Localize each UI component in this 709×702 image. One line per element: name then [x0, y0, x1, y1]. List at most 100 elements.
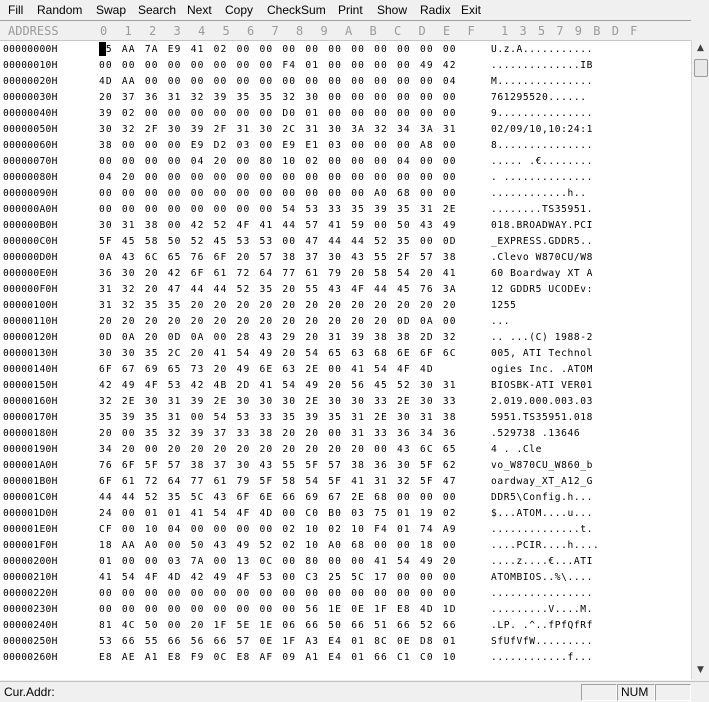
row-ascii[interactable]: 2.019.000.003.03 [491, 394, 593, 410]
row-ascii[interactable]: .. ...(C) 1988-2 [491, 330, 593, 346]
row-hex-bytes[interactable]: 00 00 00 00 00 00 00 00 F4 01 00 00 00 0… [99, 58, 457, 74]
table-row[interactable]: 00000190H 34 20 00 20 20 20 20 20 20 20 2… [0, 442, 691, 458]
row-hex-bytes[interactable]: 81 4C 50 00 20 1F 5E 1E 06 66 50 66 51 6… [99, 618, 457, 634]
row-ascii[interactable]: oardway_XT_A12_G [491, 474, 593, 490]
table-row[interactable]: 00000260H E8 AE A1 E8 F9 0C E8 AF 09 A1 E… [0, 650, 691, 666]
row-ascii[interactable]: .........V....M. [491, 602, 593, 618]
row-ascii[interactable]: M............... [491, 74, 593, 90]
table-row[interactable]: 00000030H 20 37 36 31 32 39 35 35 32 30 0… [0, 90, 691, 106]
row-hex-bytes[interactable]: 53 66 55 66 56 66 57 0E 1F A3 E4 01 8C 0… [99, 634, 457, 650]
table-row[interactable]: 00000200H 01 00 00 03 7A 00 13 0C 00 80 0… [0, 554, 691, 570]
row-hex-bytes[interactable]: 44 44 52 35 5C 43 6F 6E 66 69 67 2E 68 0… [99, 490, 457, 506]
table-row[interactable]: 00000010H 00 00 00 00 00 00 00 00 F4 01 0… [0, 58, 691, 74]
row-ascii[interactable]: 02/09/10,10:24:1 [491, 122, 593, 138]
row-hex-bytes[interactable]: CF 00 10 04 00 00 00 00 02 10 02 10 F4 0… [99, 522, 457, 538]
row-hex-bytes[interactable]: 31 32 35 35 20 20 20 20 20 20 20 20 20 2… [99, 298, 457, 314]
row-ascii[interactable]: vo_W870CU_W860_b [491, 458, 593, 474]
scroll-thumb[interactable] [694, 59, 708, 77]
table-row[interactable]: 00000070H 00 00 00 00 04 20 00 80 10 02 0… [0, 154, 691, 170]
row-ascii[interactable]: .529738 .13646 [491, 426, 580, 442]
table-row[interactable]: 00000230H 00 00 00 00 00 00 00 00 00 56 1… [0, 602, 691, 618]
table-row[interactable]: 00000080H 04 20 00 00 00 00 00 00 00 00 0… [0, 170, 691, 186]
table-row[interactable]: 00000060H 38 00 00 00 E9 D2 03 00 E9 E1 0… [0, 138, 691, 154]
row-ascii[interactable]: U.z.A........... [491, 42, 593, 58]
row-hex-bytes[interactable]: 76 6F 5F 57 38 37 30 43 55 5F 57 38 36 3… [99, 458, 457, 474]
row-ascii[interactable]: . .............. [491, 170, 593, 186]
table-row[interactable]: 000001B0H 6F 61 72 64 77 61 79 5F 58 54 5… [0, 474, 691, 490]
row-hex-bytes[interactable]: 6F 67 69 65 73 20 49 6E 63 2E 00 41 54 4… [99, 362, 434, 378]
row-hex-bytes[interactable]: 00 00 00 00 00 00 00 00 54 53 33 35 39 3… [99, 202, 457, 218]
menu-next[interactable]: Next [187, 3, 212, 17]
row-hex-bytes[interactable]: 0A 43 6C 65 76 6F 20 57 38 37 30 43 55 2… [99, 250, 457, 266]
vertical-scrollbar[interactable]: ▲ ▼ [691, 40, 709, 679]
row-ascii[interactable]: 60 Boardway XT A [491, 266, 593, 282]
row-ascii[interactable]: ................ [491, 586, 593, 602]
row-hex-bytes[interactable]: 34 20 00 20 20 20 20 20 20 20 20 20 00 4… [99, 442, 457, 458]
row-hex-bytes[interactable]: 35 39 35 31 00 54 53 33 35 39 35 31 2E 3… [99, 410, 457, 426]
table-row[interactable]: 000000B0H 30 31 38 00 42 52 4F 41 44 57 4… [0, 218, 691, 234]
row-hex-bytes[interactable]: 32 2E 30 31 39 2E 30 30 30 2E 30 30 33 2… [99, 394, 457, 410]
row-ascii[interactable]: ..............IB [491, 58, 593, 74]
table-row[interactable]: 00000180H 20 00 35 32 39 37 33 38 20 20 0… [0, 426, 691, 442]
menu-search[interactable]: Search [138, 3, 176, 17]
table-row[interactable]: 000000E0H 36 30 20 42 6F 61 72 64 77 61 7… [0, 266, 691, 282]
table-row[interactable]: 000001D0H 24 00 01 01 41 54 4F 4D 00 C0 B… [0, 506, 691, 522]
table-row[interactable]: 000000A0H 00 00 00 00 00 00 00 00 54 53 3… [0, 202, 691, 218]
row-hex-bytes[interactable]: 4D AA 00 00 00 00 00 00 00 00 00 00 00 0… [99, 74, 457, 90]
table-row[interactable]: 000001A0H 76 6F 5F 57 38 37 30 43 55 5F 5… [0, 458, 691, 474]
row-ascii[interactable]: .Clevo W870CU/W8 [491, 250, 593, 266]
row-ascii[interactable]: $...ATOM....u... [491, 506, 593, 522]
menu-exit[interactable]: Exit [461, 3, 481, 17]
row-hex-bytes[interactable]: 01 00 00 03 7A 00 13 0C 00 80 00 00 41 5… [99, 554, 457, 570]
table-row[interactable]: 00000020H 4D AA 00 00 00 00 00 00 00 00 0… [0, 74, 691, 90]
table-row[interactable]: 00000170H 35 39 35 31 00 54 53 33 35 39 3… [0, 410, 691, 426]
menu-radix[interactable]: Radix [420, 3, 451, 17]
menu-random[interactable]: Random [37, 3, 82, 17]
table-row[interactable]: 00000250H 53 66 55 66 56 66 57 0E 1F A3 E… [0, 634, 691, 650]
row-hex-bytes[interactable]: 5F 45 58 50 52 45 53 53 00 47 44 44 52 3… [99, 234, 457, 250]
row-ascii[interactable]: _EXPRESS.GDDR5.. [491, 234, 593, 250]
row-hex-bytes[interactable]: 30 30 35 2C 20 41 54 49 20 54 65 63 68 6… [99, 346, 457, 362]
row-ascii[interactable]: ..............t. [491, 522, 593, 538]
row-hex-bytes[interactable]: 38 00 00 00 E9 D2 03 00 E9 E1 03 00 00 0… [99, 138, 457, 154]
table-row[interactable]: 00000150H 42 49 4F 53 42 4B 2D 41 54 49 2… [0, 378, 691, 394]
row-ascii[interactable]: ..... .€........ [491, 154, 593, 170]
row-ascii[interactable]: ............f... [491, 650, 593, 666]
table-row[interactable]: 00000110H 20 20 20 20 20 20 20 20 20 20 2… [0, 314, 691, 330]
menu-fill[interactable]: Fill [8, 3, 23, 17]
row-ascii[interactable]: SfUfVfW......... [491, 634, 593, 650]
row-hex-bytes[interactable]: 00 00 00 00 00 00 00 00 00 00 00 00 A0 6… [99, 186, 457, 202]
row-hex-bytes[interactable]: 00 00 00 00 00 00 00 00 00 00 00 00 00 0… [99, 586, 457, 602]
row-hex-bytes[interactable]: 41 54 4F 4D 42 49 4F 53 00 C3 25 5C 17 0… [99, 570, 457, 586]
table-row[interactable]: 00000220H 00 00 00 00 00 00 00 00 00 00 0… [0, 586, 691, 602]
row-hex-bytes[interactable]: 0D 0A 20 0D 0A 00 28 43 29 20 31 39 38 3… [99, 330, 457, 346]
row-hex-bytes[interactable]: 20 20 20 20 20 20 20 20 20 20 20 20 20 0… [99, 314, 457, 330]
row-hex-bytes[interactable]: 04 20 00 00 00 00 00 00 00 00 00 00 00 0… [99, 170, 457, 186]
row-ascii[interactable]: 8............... [491, 138, 593, 154]
row-ascii[interactable]: ogies Inc. .ATOM [491, 362, 593, 378]
row-ascii[interactable]: .LP. .^..fPfQfRf [491, 618, 593, 634]
menu-checksum[interactable]: CheckSum [267, 3, 326, 17]
table-row[interactable]: 000000D0H 0A 43 6C 65 76 6F 20 57 38 37 3… [0, 250, 691, 266]
table-row[interactable]: 00000210H 41 54 4F 4D 42 49 4F 53 00 C3 2… [0, 570, 691, 586]
row-ascii[interactable]: 4 . .Cle [491, 442, 542, 458]
row-hex-bytes[interactable]: 55 AA 7A E9 41 02 00 00 00 00 00 00 00 0… [99, 42, 457, 58]
row-hex-bytes[interactable]: 39 02 00 00 00 00 00 00 D0 01 00 00 00 0… [99, 106, 457, 122]
scroll-down-icon[interactable]: ▼ [692, 662, 709, 679]
row-hex-bytes[interactable]: 00 00 00 00 04 20 00 80 10 02 00 00 00 0… [99, 154, 457, 170]
row-hex-bytes[interactable]: 20 00 35 32 39 37 33 38 20 20 00 31 33 3… [99, 426, 457, 442]
row-hex-bytes[interactable]: 30 31 38 00 42 52 4F 41 44 57 41 59 00 5… [99, 218, 457, 234]
table-row[interactable]: 00000240H 81 4C 50 00 20 1F 5E 1E 06 66 5… [0, 618, 691, 634]
row-ascii[interactable]: 1255 [491, 298, 517, 314]
table-row[interactable]: 00000050H 30 32 2F 30 39 2F 31 30 2C 31 3… [0, 122, 691, 138]
row-ascii[interactable]: 9............... [491, 106, 593, 122]
table-row[interactable]: 00000040H 39 02 00 00 00 00 00 00 D0 01 0… [0, 106, 691, 122]
row-ascii[interactable]: ............h.. [491, 186, 587, 202]
row-hex-bytes[interactable]: 30 32 2F 30 39 2F 31 30 2C 31 30 3A 32 3… [99, 122, 457, 138]
table-row[interactable]: 00000130H 30 30 35 2C 20 41 54 49 20 54 6… [0, 346, 691, 362]
row-hex-bytes[interactable]: 36 30 20 42 6F 61 72 64 77 61 79 20 58 5… [99, 266, 457, 282]
row-hex-bytes[interactable]: 42 49 4F 53 42 4B 2D 41 54 49 20 56 45 5… [99, 378, 457, 394]
menu-print[interactable]: Print [338, 3, 363, 17]
row-ascii[interactable]: 12 GDDR5 UCODEv: [491, 282, 593, 298]
row-ascii[interactable]: 761295520...... [491, 90, 587, 106]
